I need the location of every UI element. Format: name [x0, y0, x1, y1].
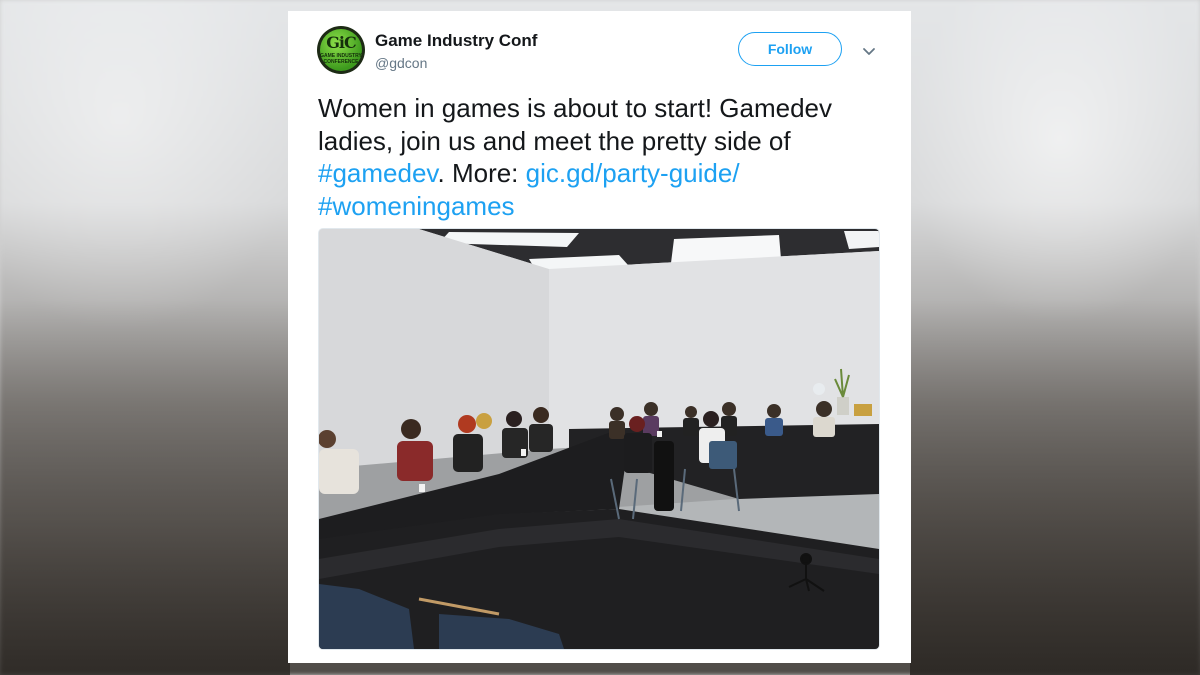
avatar-logo-subtext: GAME INDUSTRY CONFERENCE [320, 53, 362, 65]
background-shade-right [910, 300, 1200, 675]
tweet-text-part2: . More: [437, 158, 526, 188]
follow-button[interactable]: Follow [738, 32, 842, 66]
chevron-down-icon[interactable] [860, 42, 878, 60]
photo-room-illustration [319, 229, 879, 649]
user-handle[interactable]: @gdcon [375, 55, 427, 71]
avatar-logo-text: GiC [326, 33, 356, 52]
tweet-text: Women in games is about to start! Gamede… [318, 92, 888, 222]
avatar[interactable]: GiC GAME INDUSTRY CONFERENCE [317, 26, 365, 74]
party-guide-link[interactable]: gic.gd/party-guide/ [526, 158, 740, 188]
hashtag-womeningames[interactable]: #womeningames [318, 191, 515, 221]
tweet-photo[interactable] [318, 228, 880, 650]
display-name[interactable]: Game Industry Conf [375, 31, 537, 51]
background-shade-left [0, 300, 290, 675]
hashtag-gamedev[interactable]: #gamedev [318, 158, 438, 188]
tweet-text-part1: Women in games is about to start! Gamede… [318, 93, 832, 156]
tweet-card: GiC GAME INDUSTRY CONFERENCE Game Indust… [288, 11, 911, 663]
